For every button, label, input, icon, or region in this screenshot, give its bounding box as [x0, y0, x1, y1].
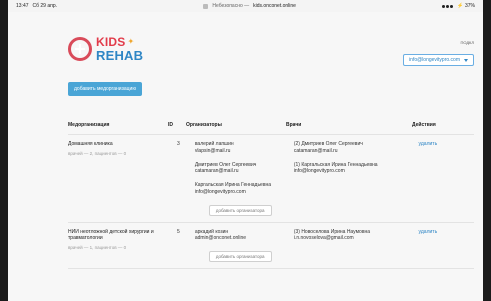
organizer-entry: Каргальская Ирина Геннадьевна info@longe… [195, 182, 294, 196]
organizer-email: catamaran@mail.ru [194, 168, 239, 175]
organizer-email: vlapsin@mail.ru [194, 147, 231, 154]
battery-text: ⚡ 37% [457, 3, 475, 9]
user-email-dropdown[interactable]: info@longevitypro.com [403, 54, 474, 66]
doctor-email: info@longevitypro.com [293, 168, 345, 175]
doctor-entry: (2) Дмитриев Олег Сергеевич catamaran@ma… [294, 141, 419, 155]
user-email: info@longevitypro.com [409, 57, 460, 63]
organizer-name: Каргальская Ирина Геннадьевна [194, 182, 272, 188]
doctor-entry: (3) Новоселова Ирина Наумовна i.n.novose… [294, 229, 419, 243]
lock-icon [203, 3, 209, 9]
doctor-name: (3) Новоселова Ирина Наумовна [293, 228, 371, 235]
signal-icon [442, 4, 454, 8]
org-name: Домашняя клиника [68, 141, 113, 147]
org-name: НИИ неотложной детской хирургии и травма… [68, 228, 154, 242]
user-menu: ПОДКЛ info@longevitypro.com [403, 40, 474, 66]
id-cell: 5 [177, 228, 180, 235]
org-cell: Домашняя клиника врачей — 2, пациентов —… [68, 141, 177, 216]
th-actions: Действия [412, 122, 436, 128]
id-cell: 3 [177, 141, 180, 147]
delete-link[interactable]: удалить [419, 229, 438, 235]
organizer-name: валерий лапшин [194, 141, 234, 147]
logo-rehab-text: REHAB [96, 48, 144, 63]
doctor-name: (2) Дмитриев Олег Сергеевич [293, 141, 363, 147]
organizer-email: admin@onconet.online [194, 235, 247, 242]
status-bar: 13:47 Сб 29 апр. Небезопасно — kids.onco… [8, 0, 483, 12]
logo-mark [68, 37, 92, 61]
device-frame: 13:47 Сб 29 апр. Небезопасно — kids.onco… [0, 0, 491, 301]
delete-link[interactable]: удалить [419, 141, 438, 147]
th-organizers: Организаторы [186, 122, 222, 128]
med-orgs-table: Медорганизация ID Организаторы Врачи Дей… [68, 116, 474, 269]
organizer-entry: аркадий козин admin@onconet.online [195, 229, 294, 243]
status-right: ⚡ 37% [442, 3, 475, 9]
org-meta: врачей — 2, пациентов — 0 [68, 150, 127, 156]
table-row: Домашняя клиника врачей — 2, пациентов —… [68, 135, 474, 223]
organizers-cell: валерий лапшин vlapsin@mail.ru Дмитриев … [195, 141, 294, 216]
page-header: KIDS ✦ REHAB ПОДКЛ info@longevitypro.com [48, 14, 474, 70]
logo-kids-text: KIDS [96, 35, 126, 49]
actions-cell: удалить [419, 229, 474, 263]
org-cell: НИИ неотложной детской хирургии и травма… [68, 229, 177, 263]
doctors-cell: (3) Новоселова Ирина Наумовна i.n.novose… [294, 229, 419, 263]
add-organizer-button[interactable]: добавить организатора [208, 251, 272, 262]
user-label: ПОДКЛ [460, 40, 474, 45]
table-row: НИИ неотложной детской хирургии и травма… [68, 223, 474, 269]
cross-icon [75, 44, 85, 54]
th-id: ID [168, 122, 173, 128]
address-bar[interactable]: Небезопасно — kids.onconet.online [203, 3, 296, 9]
table-header: Медорганизация ID Организаторы Врачи Дей… [68, 116, 474, 135]
page-content: KIDS ✦ REHAB ПОДКЛ info@longevitypro.com… [48, 14, 474, 301]
add-med-org-button[interactable]: добавить медорганизацию [68, 82, 143, 96]
logo-text: KIDS ✦ REHAB [96, 36, 143, 62]
doctor-entry: (1) Каргальская Ирина Геннадьевна info@l… [294, 162, 419, 176]
chevron-down-icon [464, 58, 468, 62]
logo-sub-icon: ✦ [127, 37, 135, 46]
organizer-entry: Дмитриев Олег Сергеевич catamaran@mail.r… [195, 162, 294, 176]
th-org: Медорганизация [68, 122, 110, 128]
th-doctors: Врачи [286, 122, 302, 128]
app-screen: 13:47 Сб 29 апр. Небезопасно — kids.onco… [8, 0, 483, 301]
organizer-name: аркадий козин [194, 228, 229, 235]
organizer-name: Дмитриев Олег Сергеевич [194, 161, 257, 168]
actions-cell: удалить [419, 141, 474, 216]
status-date: Сб 29 апр. [32, 3, 57, 9]
org-meta: врачей — 1, пациентов — 0 [68, 245, 127, 250]
doctor-name: (1) Каргальская Ирина Геннадьевна [293, 161, 378, 168]
doctor-email: i.n.novoselova@gmail.com [293, 235, 354, 242]
add-organizer-button[interactable]: добавить организатора [208, 204, 272, 216]
url-domain: kids.onconet.online [253, 3, 296, 9]
url-prefix: Небезопасно — [212, 3, 250, 9]
organizer-email: info@longevitypro.com [194, 188, 246, 195]
kids-rehab-logo: KIDS ✦ REHAB [68, 36, 143, 62]
organizer-entry: валерий лапшин vlapsin@mail.ru [195, 141, 294, 155]
status-time: 13:47 [16, 3, 29, 9]
doctors-cell: (2) Дмитриев Олег Сергеевич catamaran@ma… [294, 141, 419, 216]
doctor-email: catamaran@mail.ru [293, 147, 338, 154]
status-left: 13:47 Сб 29 апр. [16, 3, 57, 9]
organizers-cell: аркадий козин admin@onconet.online добав… [195, 229, 294, 262]
